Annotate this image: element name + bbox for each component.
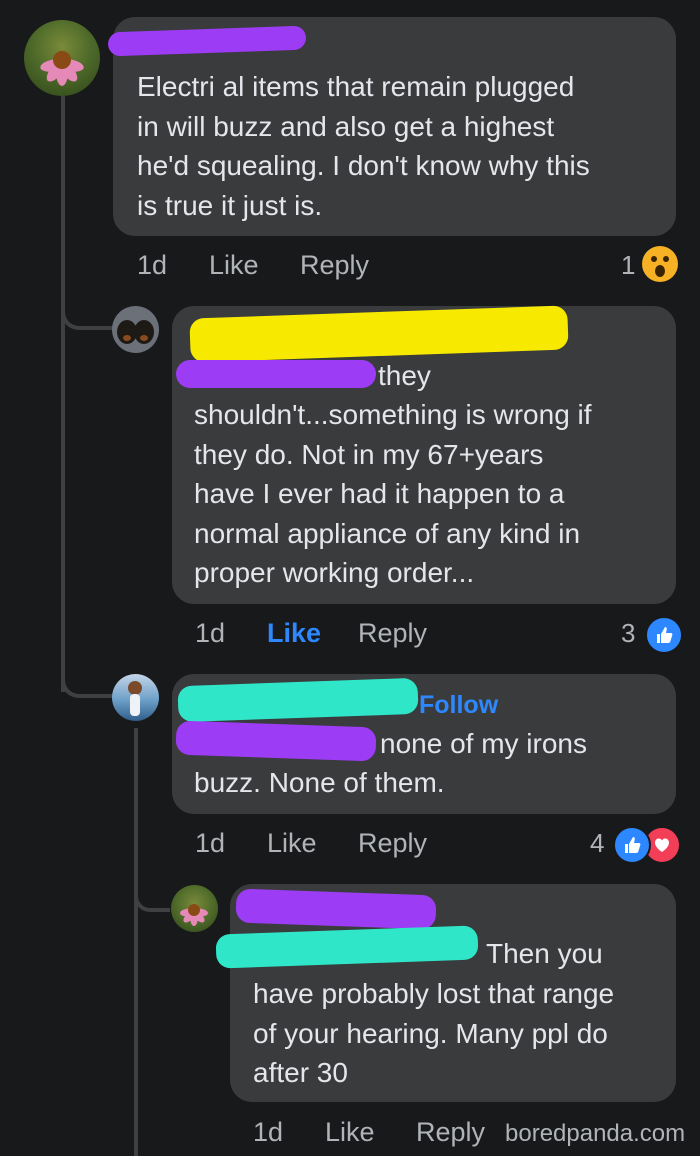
comment-time: 1d [195, 618, 226, 648]
redacted-mention [176, 360, 376, 388]
like-icon [645, 616, 683, 654]
flower-icon [180, 904, 208, 926]
reply-button[interactable]: Reply [300, 249, 369, 281]
like-button[interactable]: Like [325, 1116, 375, 1148]
reply-button[interactable]: Reply [416, 1116, 485, 1148]
avatar[interactable] [171, 885, 218, 932]
thread-branch-3 [134, 880, 170, 912]
thread-line-main [61, 96, 65, 692]
person-icon [128, 681, 142, 716]
thread-branch-2 [61, 660, 115, 698]
redacted-name [235, 888, 437, 930]
reaction-count: 1 [621, 250, 636, 280]
redacted-mention [175, 720, 377, 762]
dogs-icon [117, 320, 154, 344]
like-button[interactable]: Like [267, 617, 321, 649]
comment-mention-text: they [378, 360, 431, 391]
reply-button[interactable]: Reply [358, 617, 427, 649]
comment-mention-text: none of my irons [380, 728, 587, 759]
like-button[interactable]: Like [209, 249, 259, 281]
comment-text: buzz. None of them. [194, 767, 445, 798]
reply-button[interactable]: Reply [358, 827, 427, 859]
comment-mention-text: Then you [486, 938, 603, 969]
comment-text: have probably lost that range of your he… [253, 978, 615, 1088]
comment-text: shouldn't...something is wrong if they d… [194, 399, 592, 588]
comment-time: 1d [195, 828, 226, 858]
thread-line-sub [134, 728, 138, 1156]
comment-time: 1d [137, 250, 168, 280]
follow-button[interactable]: Follow [419, 690, 498, 720]
reaction-count: 4 [590, 828, 605, 858]
flower-icon [40, 51, 84, 86]
wow-icon [642, 246, 678, 282]
like-icon [613, 826, 651, 864]
avatar[interactable] [112, 306, 159, 353]
thread-branch-1 [61, 296, 115, 330]
avatar[interactable] [112, 674, 159, 721]
reaction-count: 3 [621, 618, 636, 648]
avatar[interactable] [24, 20, 100, 96]
like-button[interactable]: Like [267, 827, 317, 859]
comment-text: Electri al items that remain plugged in … [137, 71, 590, 221]
watermark: boredpanda.com [505, 1120, 686, 1147]
comment-time: 1d [253, 1117, 284, 1147]
